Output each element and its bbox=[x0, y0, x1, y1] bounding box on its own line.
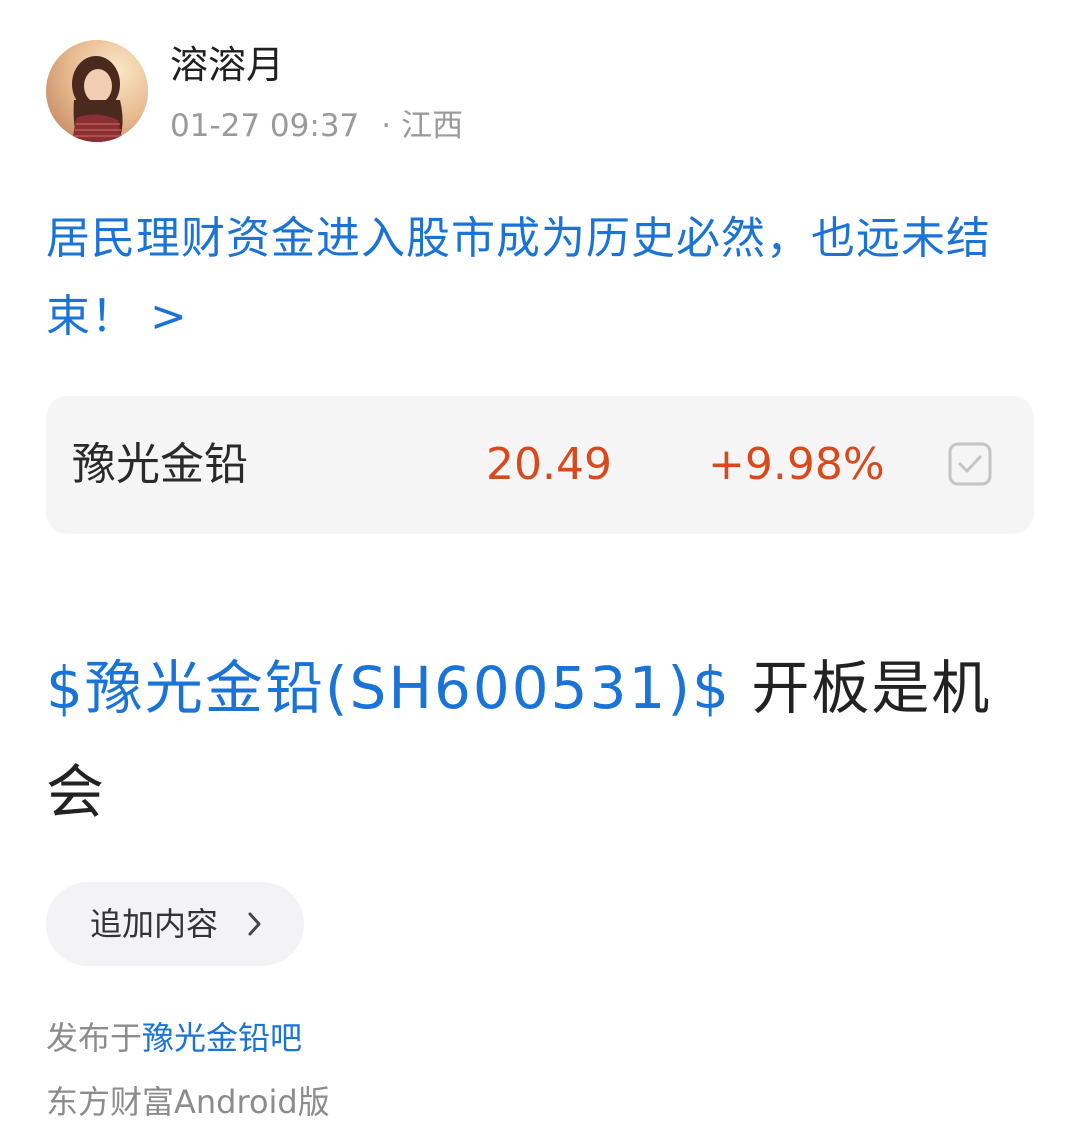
checkbox-checked-icon[interactable] bbox=[948, 442, 992, 486]
post-location: 江西 bbox=[401, 108, 464, 144]
post-timestamp: 01-27 09:37 bbox=[170, 108, 360, 144]
post-body: $豫光金铅(SH600531)$ 开板是机会 bbox=[46, 636, 1041, 844]
published-prefix: 发布于 bbox=[46, 1019, 143, 1057]
meta-separator: · bbox=[381, 108, 392, 144]
chevron-right-icon bbox=[246, 908, 264, 940]
headline-chevron-icon: > bbox=[150, 291, 188, 342]
post-meta: 01-27 09:37 · 江西 bbox=[170, 106, 463, 146]
client-source: 东方财富Android版 bbox=[46, 1083, 330, 1121]
bar-link[interactable]: 豫光金铅吧 bbox=[142, 1019, 302, 1057]
add-content-label: 追加内容 bbox=[90, 905, 219, 943]
stock-price: 20.49 bbox=[486, 439, 612, 490]
post-header: 溶溶月 01-27 09:37 · 江西 bbox=[46, 40, 1026, 144]
add-content-button[interactable]: 追加内容 bbox=[46, 882, 304, 966]
headline-link[interactable]: 居民理财资金进入股市成为历史必然，也远未结束！ > bbox=[46, 200, 1041, 356]
stock-card[interactable]: 豫光金铅 20.49 +9.98% bbox=[46, 396, 1034, 534]
stock-change: +9.98% bbox=[708, 439, 885, 490]
author-name[interactable]: 溶溶月 bbox=[170, 42, 284, 88]
published-in: 发布于豫光金铅吧 bbox=[46, 1016, 302, 1060]
user-avatar[interactable] bbox=[46, 40, 148, 142]
stock-tag-link[interactable]: $豫光金铅(SH600531)$ bbox=[46, 654, 731, 722]
stock-name: 豫光金铅 bbox=[72, 439, 248, 490]
avatar-photo-icon bbox=[46, 40, 148, 142]
